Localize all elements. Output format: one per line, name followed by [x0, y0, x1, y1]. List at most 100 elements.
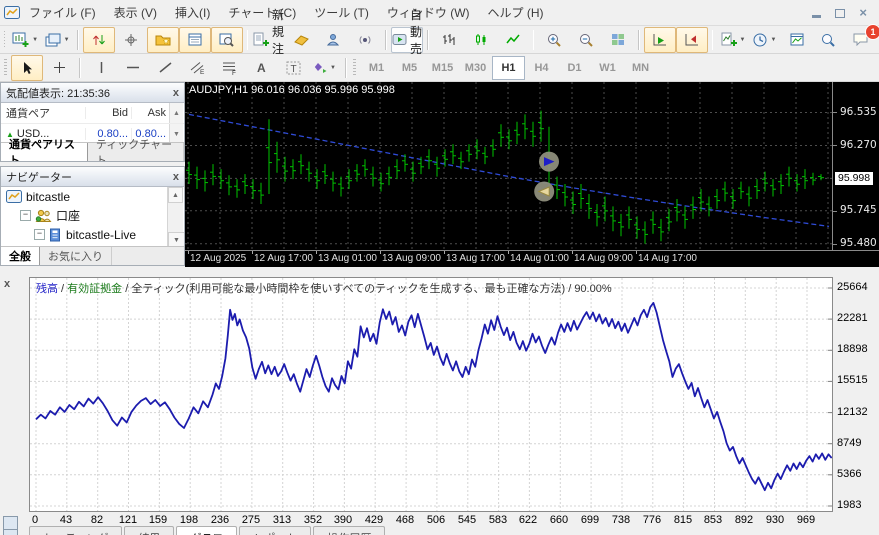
timeframe-m1[interactable]: M1 [360, 56, 393, 80]
menu-item-2[interactable]: 挿入(I) [166, 4, 219, 21]
chart-pane[interactable] [185, 82, 832, 250]
toolbar-grip[interactable] [4, 58, 7, 77]
chat-button[interactable]: 1 [845, 23, 879, 53]
navigator-tab[interactable]: お気に入り [40, 247, 112, 265]
close-icon[interactable]: x [4, 278, 10, 290]
timeframe-d1[interactable]: D1 [558, 56, 591, 80]
text-tool[interactable]: A [245, 55, 277, 81]
zoom-out-button[interactable] [570, 27, 602, 53]
equidistant-channel-tool[interactable]: E [181, 55, 213, 81]
tester-x-label: 738 [611, 514, 631, 526]
tester-tab-item[interactable]: 操作履歴 [313, 526, 386, 535]
menu-bar: ファイル (F) 表示 (V) 挿入(I) チャート (C) ツール (T) ウィンドウ … [0, 0, 879, 26]
tester-tab-active[interactable]: グラフ [176, 526, 238, 535]
arrows-tool[interactable]: ▼ [309, 55, 341, 81]
close-icon[interactable]: × [859, 6, 867, 19]
panel-splitter[interactable] [0, 267, 879, 277]
tester-x-label: 660 [549, 514, 569, 526]
navigator-toggle[interactable] [146, 26, 179, 53]
navigator-item-bitcastle-live[interactable]: − bitcastle-Live [1, 225, 184, 244]
menu-item-5[interactable]: ウィンドウ (W) [378, 4, 479, 21]
profiles-button[interactable]: ▼ [41, 27, 73, 53]
market-watch-tab[interactable]: 通貨ペアリスト [1, 139, 88, 161]
navigator-tab[interactable]: 全般 [1, 247, 40, 265]
price-axis[interactable]: 96.535 96.270 95.745 95.480 95.998 [832, 82, 879, 250]
search-button[interactable] [813, 27, 845, 53]
cursor-tool[interactable] [11, 54, 43, 81]
horizontal-line-tool[interactable] [117, 55, 149, 81]
time-tick [188, 251, 189, 254]
text-label-tool[interactable]: T [277, 55, 309, 81]
tester-settings-icon[interactable] [3, 516, 18, 530]
templates-button[interactable] [781, 27, 813, 53]
tester-x-label: 969 [796, 514, 816, 526]
tester-tab-item[interactable]: レポート [239, 526, 312, 535]
timeframe-h4[interactable]: H4 [525, 56, 558, 80]
auto-trading-button[interactable]: 自動売買 [390, 8, 424, 73]
tester-graph[interactable]: 残高 / 有効証拠金 / 全ティック(利用可能な最小時間枠を使いすべてのティック… [29, 277, 833, 512]
metaeditor-button[interactable] [285, 27, 317, 53]
signals-button[interactable] [349, 27, 381, 53]
tile-windows-button[interactable] [602, 27, 634, 53]
new-order-button[interactable]: 新規注文 [252, 8, 285, 73]
navigator-item--[interactable]: − 口座 [1, 206, 184, 225]
scroll-up-icon[interactable]: ▲ [169, 103, 183, 123]
data-window-toggle[interactable] [115, 27, 147, 53]
trendline-tool[interactable] [149, 55, 181, 81]
close-icon[interactable]: x [173, 171, 179, 183]
chart-line-icon [506, 33, 520, 46]
indicators-button[interactable]: ▼ [717, 27, 749, 53]
restore-icon[interactable] [835, 7, 846, 18]
market-watch-toggle[interactable] [82, 26, 115, 53]
signal-icon [358, 33, 372, 46]
new-chart-button[interactable]: ▼ [9, 27, 41, 53]
tester-x-label: 275 [241, 514, 261, 526]
menu-item-6[interactable]: ヘルプ (H) [479, 4, 553, 21]
current-price-tag: 95.998 [835, 172, 874, 185]
market-watch-tab[interactable]: ティックチャート [88, 139, 184, 161]
menu-item-0[interactable]: ファイル (F) [20, 4, 105, 21]
strategy-tester-toggle[interactable] [210, 26, 243, 53]
toolbar-grip[interactable] [353, 58, 356, 77]
timeframe-mn[interactable]: MN [624, 56, 657, 80]
vertical-line-tool[interactable] [85, 55, 117, 81]
time-tick [636, 251, 637, 254]
timeframe-m5[interactable]: M5 [393, 56, 426, 80]
tester-x-label: 545 [457, 514, 477, 526]
timeframe-m15[interactable]: M15 [426, 56, 459, 80]
navigator-scrollbar[interactable]: ▲ ▼ [167, 187, 184, 248]
community-button[interactable] [317, 27, 349, 53]
close-icon[interactable]: x [173, 87, 179, 99]
candlestick-mode-button[interactable] [465, 27, 497, 53]
auto-scroll-toggle[interactable] [643, 26, 676, 53]
time-axis[interactable]: 12 Aug 2025 12 Aug 17:00 13 Aug 01:00 13 Au… [185, 250, 879, 267]
terminal-toggle[interactable] [178, 26, 211, 53]
timeframe-m30[interactable]: M30 [459, 56, 492, 80]
minimize-icon[interactable] [812, 7, 822, 18]
tester-report-icon[interactable] [3, 529, 18, 535]
time-axis-label: 14 Aug 01:00 [510, 253, 569, 264]
menu-item-3[interactable]: チャート (C) [219, 4, 305, 21]
tester-tab-item[interactable]: セッティング [29, 526, 123, 535]
periods-button[interactable]: ▼ [749, 27, 781, 53]
toolbar-grip[interactable] [4, 30, 6, 49]
tester-side-strip: x [0, 277, 29, 535]
scroll-up-icon[interactable]: ▲ [168, 187, 183, 203]
fibonacci-tool[interactable]: F [213, 55, 245, 81]
chart-shift-toggle[interactable] [675, 26, 708, 53]
timeframe-w1[interactable]: W1 [591, 56, 624, 80]
price-chart-window[interactable]: AUDJPY,H1 96.016 96.036 95.996 95.998 96… [185, 82, 879, 267]
zoom-in-button[interactable] [538, 27, 570, 53]
menu-item-4[interactable]: ツール (T) [305, 4, 378, 21]
menu-item-1[interactable]: 表示 (V) [105, 4, 166, 21]
collapse-icon[interactable]: − [20, 210, 31, 221]
crosshair-icon [53, 61, 66, 74]
timeframe-h1[interactable]: H1 [492, 55, 525, 80]
crosshair-tool[interactable] [43, 55, 75, 81]
legend-separator: / [58, 283, 68, 295]
collapse-icon[interactable]: − [34, 229, 45, 240]
navigator-item-bitcastle[interactable]: bitcastle [1, 187, 184, 206]
bar-chart-mode-button[interactable] [433, 27, 465, 53]
line-chart-mode-button[interactable] [497, 27, 529, 53]
tester-tab-item[interactable]: 結果 [124, 526, 175, 535]
